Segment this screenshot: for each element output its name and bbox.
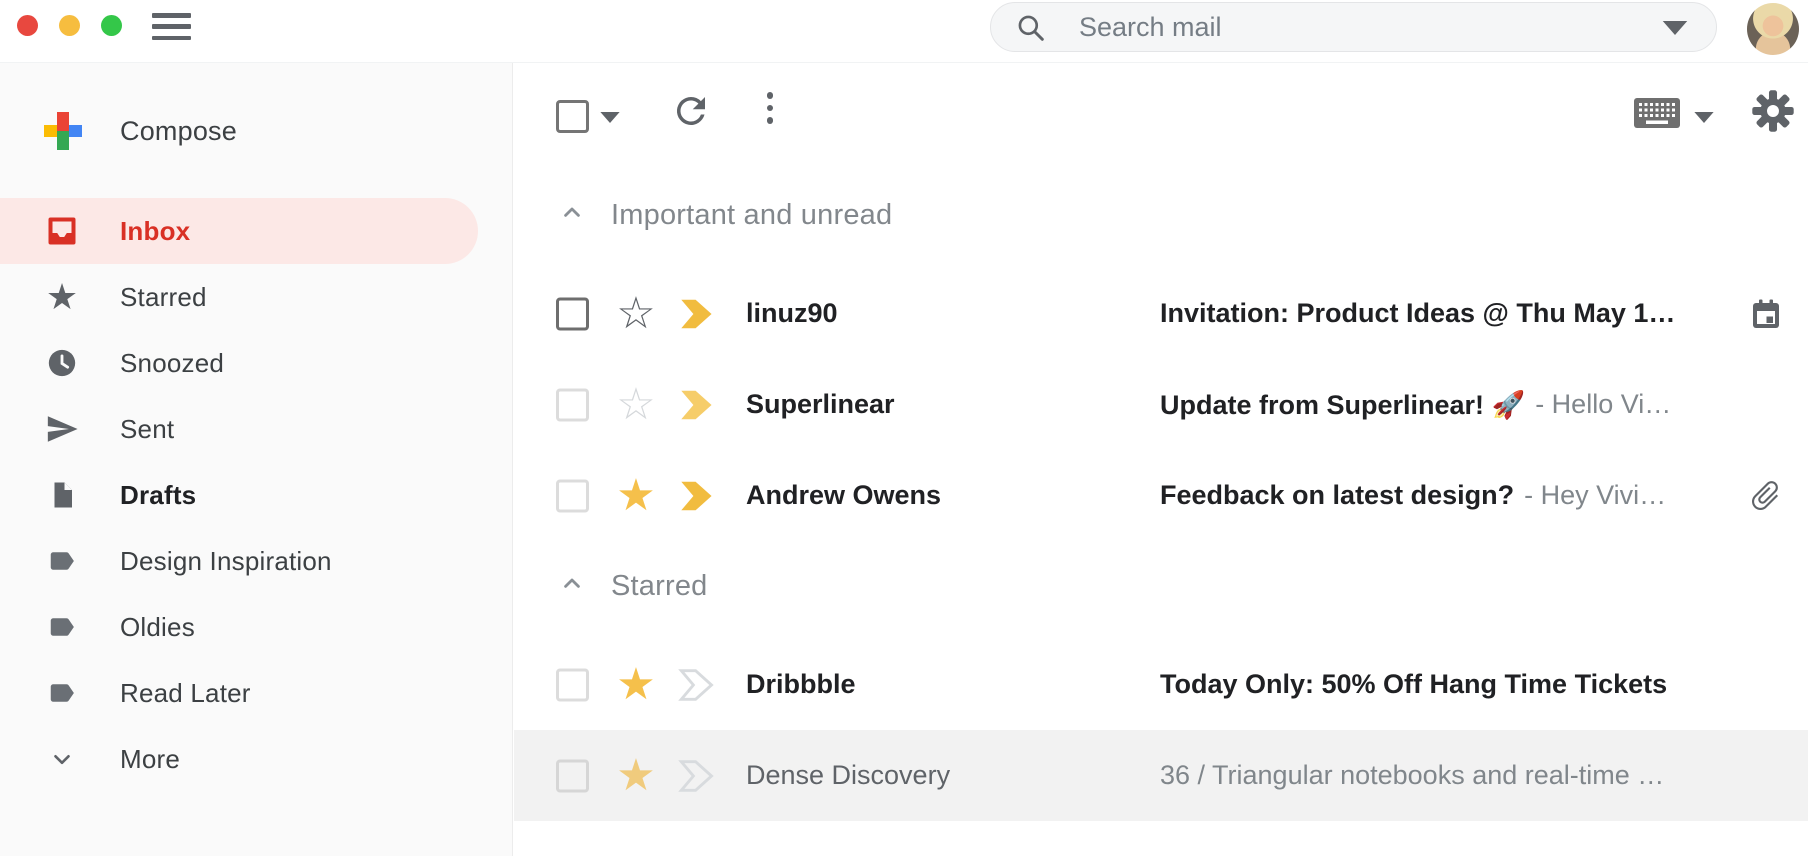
email-row[interactable]: ★ Dense Discovery 36 / Triangular notebo…: [514, 730, 1808, 821]
sidebar-item-more[interactable]: More: [0, 726, 512, 792]
search-input[interactable]: Search mail: [1079, 3, 1222, 51]
refresh-icon[interactable]: [670, 90, 712, 137]
sidebar-item-label: Inbox: [120, 198, 190, 264]
email-checkbox[interactable]: [556, 668, 589, 701]
sidebar-item-oldies[interactable]: Oldies: [0, 594, 512, 660]
sidebar: Compose Inbox ★ Starred Snoozed Sent Dra…: [0, 62, 513, 856]
importance-marker-icon[interactable]: [678, 296, 722, 332]
star-icon[interactable]: ☆: [612, 290, 660, 338]
file-icon: [45, 478, 79, 512]
email-row[interactable]: ★ Dribbble Today Only: 50% Off Hang Time…: [514, 639, 1808, 730]
compose-button[interactable]: Compose: [0, 98, 512, 164]
importance-marker-icon[interactable]: [678, 478, 722, 514]
section-rows: ★ Dribbble Today Only: 50% Off Hang Time…: [514, 639, 1808, 821]
section-rows: ☆ linuz90 Invitation: Product Ideas @ Th…: [514, 268, 1808, 541]
sidebar-item-snoozed[interactable]: Snoozed: [0, 330, 512, 396]
search-bar[interactable]: Search mail: [990, 2, 1717, 52]
importance-marker-icon[interactable]: [678, 758, 722, 794]
chevron-up-icon[interactable]: [558, 570, 586, 603]
email-row[interactable]: ☆ linuz90 Invitation: Product Ideas @ Th…: [514, 268, 1808, 359]
minimize-window-button[interactable]: [59, 15, 80, 36]
email-sender: linuz90: [746, 268, 1146, 359]
email-checkbox[interactable]: [556, 479, 589, 512]
calendar-icon: [1748, 296, 1784, 332]
section-header[interactable]: Starred: [514, 553, 1808, 619]
chevron-down-icon: [45, 742, 79, 776]
settings-gear-icon[interactable]: [1750, 88, 1796, 139]
sidebar-item-read-later[interactable]: Read Later: [0, 660, 512, 726]
email-checkbox[interactable]: [556, 297, 589, 330]
section-header[interactable]: Important and unread: [514, 182, 1808, 248]
search-icon[interactable]: [1015, 12, 1047, 49]
star-icon[interactable]: ★: [612, 661, 660, 709]
compose-label: Compose: [120, 98, 237, 164]
section-title: Important and unread: [611, 182, 892, 248]
label-icon: [45, 676, 79, 710]
select-options-chevron-icon[interactable]: [600, 110, 620, 128]
importance-marker-icon[interactable]: [678, 667, 722, 703]
email-sender: Dribbble: [746, 639, 1146, 730]
sidebar-item-sent[interactable]: Sent: [0, 396, 512, 462]
email-sender: Dense Discovery: [746, 730, 1146, 821]
email-subject: Today Only: 50% Off Hang Time Tickets: [1160, 639, 1732, 730]
star-icon[interactable]: ☆: [612, 381, 660, 429]
importance-marker-icon[interactable]: [678, 387, 722, 423]
email-subject: 36 / Triangular notebooks and real-time …: [1160, 730, 1732, 821]
star-icon[interactable]: ★: [612, 752, 660, 800]
chevron-up-icon[interactable]: [558, 199, 586, 232]
send-icon: [45, 412, 79, 446]
email-list: Important and unread ☆ linuz90 Invitatio…: [514, 182, 1808, 833]
search-options-chevron-icon[interactable]: [1662, 21, 1688, 40]
email-checkbox[interactable]: [556, 759, 589, 792]
mail-section: Important and unread ☆ linuz90 Invitatio…: [514, 182, 1808, 541]
email-subject: Invitation: Product Ideas @ Thu May 1…: [1160, 268, 1732, 359]
inbox-icon: [45, 214, 79, 248]
gmail-window: Search mail Compose Inbox ★ Starred Snoo…: [0, 0, 1808, 856]
email-subject: Feedback on latest design?- Hey Vivi…: [1160, 450, 1732, 541]
more-options-icon[interactable]: [766, 92, 774, 124]
mail-section: Starred ★ Dribbble Today Only: 50% Off H…: [514, 553, 1808, 821]
input-tools-chevron-icon[interactable]: [1694, 110, 1714, 128]
sidebar-item-inbox[interactable]: Inbox: [0, 198, 478, 264]
paperclip-icon: [1748, 478, 1784, 514]
sidebar-item-label: Starred: [120, 264, 207, 330]
email-row[interactable]: ☆ Superlinear Update from Superlinear! 🚀…: [514, 359, 1808, 450]
sidebar-item-design-inspiration[interactable]: Design Inspiration: [0, 528, 512, 594]
compose-plus-icon: [44, 112, 82, 150]
avatar[interactable]: [1747, 3, 1799, 55]
sidebar-item-label: Drafts: [120, 462, 196, 528]
label-icon: [45, 544, 79, 578]
sidebar-item-starred[interactable]: ★ Starred: [0, 264, 512, 330]
mail-list-pane: Important and unread ☆ linuz90 Invitatio…: [514, 62, 1808, 856]
email-checkbox[interactable]: [556, 388, 589, 421]
email-sender: Andrew Owens: [746, 450, 1146, 541]
email-subject: Update from Superlinear! 🚀- Hello Vi…: [1160, 359, 1732, 450]
sidebar-item-label: Sent: [120, 396, 174, 462]
topbar: Search mail: [0, 0, 1808, 63]
email-sender: Superlinear: [746, 359, 1146, 450]
star-icon[interactable]: ★: [612, 472, 660, 520]
close-window-button[interactable]: [17, 15, 38, 36]
label-icon: [45, 610, 79, 644]
sidebar-nav: Inbox ★ Starred Snoozed Sent Drafts Desi…: [0, 198, 512, 792]
sidebar-item-label: More: [120, 726, 180, 792]
sidebar-item-label: Snoozed: [120, 330, 224, 396]
email-row[interactable]: ★ Andrew Owens Feedback on latest design…: [514, 450, 1808, 541]
window-controls: [17, 15, 122, 36]
star-icon: ★: [45, 280, 79, 314]
sidebar-item-label: Design Inspiration: [120, 528, 332, 594]
clock-icon: [45, 346, 79, 380]
sidebar-item-drafts[interactable]: Drafts: [0, 462, 512, 528]
select-all-checkbox[interactable]: [556, 100, 589, 133]
list-toolbar: [514, 62, 1808, 162]
section-title: Starred: [611, 553, 708, 619]
input-tools-keyboard-icon[interactable]: [1634, 98, 1680, 133]
sidebar-item-label: Read Later: [120, 660, 251, 726]
sidebar-item-label: Oldies: [120, 594, 195, 660]
hamburger-icon[interactable]: [152, 13, 191, 40]
zoom-window-button[interactable]: [101, 15, 122, 36]
